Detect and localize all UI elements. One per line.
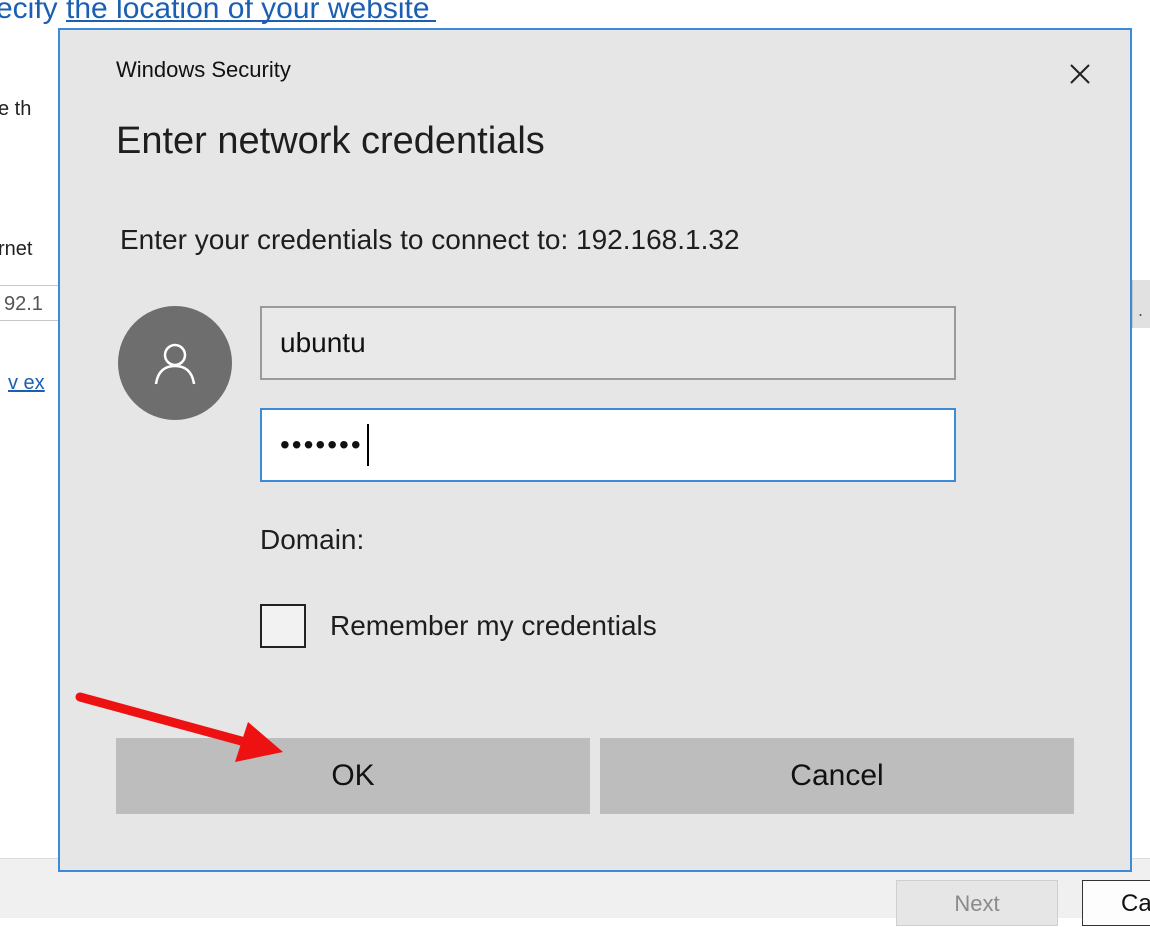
background-label-fragment: rnet xyxy=(0,238,33,260)
background-next-button[interactable]: Next xyxy=(896,880,1058,926)
heading-underline xyxy=(66,20,436,22)
user-avatar-icon xyxy=(154,343,196,385)
ok-button[interactable]: OK xyxy=(116,738,590,814)
password-input[interactable]: ••••••• xyxy=(260,408,956,482)
dialog-heading: Enter network credentials xyxy=(116,120,545,162)
background-link[interactable]: v ex xyxy=(8,372,45,395)
domain-label: Domain: xyxy=(260,524,365,555)
remember-credentials-label: Remember my credentials xyxy=(330,610,657,641)
connect-message: Enter your credentials to connect to: 19… xyxy=(120,224,740,255)
background-address-input[interactable]: 92.1 xyxy=(0,285,62,321)
remember-credentials-checkbox[interactable] xyxy=(260,604,306,648)
remember-credentials-row[interactable]: Remember my credentials xyxy=(260,604,657,648)
username-value: ubuntu xyxy=(280,327,366,358)
password-value: ••••••• xyxy=(280,429,363,460)
cancel-button[interactable]: Cancel xyxy=(600,738,1074,814)
windows-security-dialog: Windows Security Enter network credentia… xyxy=(58,28,1132,872)
background-cancel-button[interactable]: Ca xyxy=(1082,880,1150,926)
dialog-title: Windows Security xyxy=(116,57,291,82)
close-icon xyxy=(1070,64,1090,84)
user-avatar xyxy=(118,306,232,420)
background-browse-dots: . xyxy=(1138,300,1144,320)
username-input[interactable]: ubuntu xyxy=(260,306,956,380)
background-page-heading: ecify the location of your website xyxy=(0,0,436,26)
text-caret xyxy=(366,424,369,466)
close-button[interactable] xyxy=(1062,56,1098,92)
background-text-fragment: e th xyxy=(0,98,32,120)
